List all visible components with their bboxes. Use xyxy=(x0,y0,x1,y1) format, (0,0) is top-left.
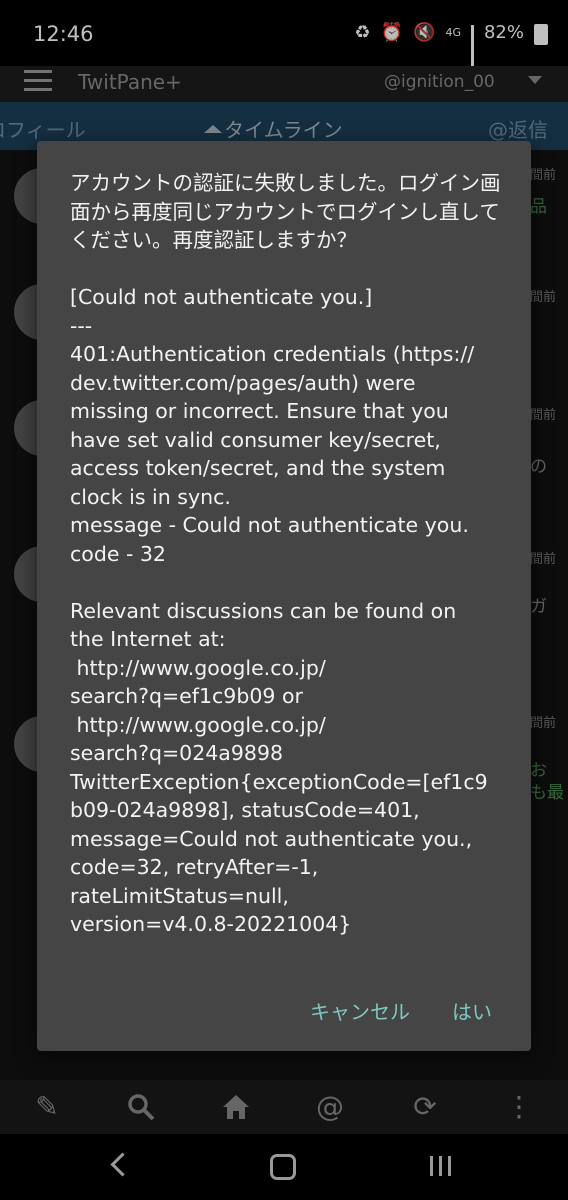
auth-error-dialog: アカウントの認証に失敗しました。ログイン画面から再度同じアカウントでログインし直… xyxy=(37,141,531,1051)
dialog-message: アカウントの認証に失敗しました。ログイン画面から再度同じアカウントでログインし直… xyxy=(70,171,501,936)
yes-button[interactable]: はい xyxy=(452,996,492,1025)
cancel-button[interactable]: キャンセル xyxy=(310,996,410,1025)
